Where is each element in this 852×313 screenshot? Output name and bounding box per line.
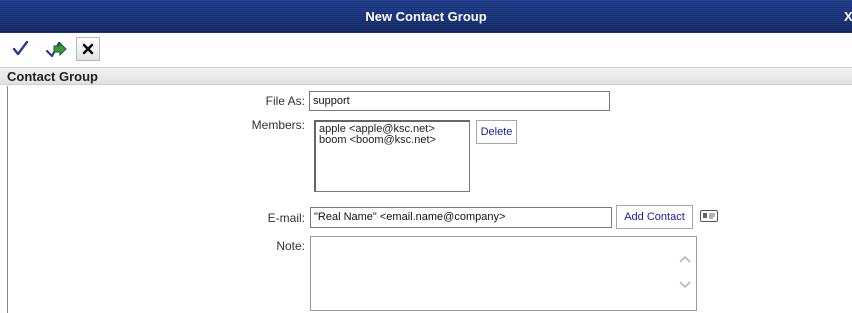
email-input[interactable]: "Real Name" <email.name@company> [310, 207, 612, 228]
toolbar [0, 33, 852, 66]
checkmark-icon [12, 40, 29, 56]
x-icon [82, 43, 94, 55]
address-book-button[interactable] [700, 210, 718, 222]
title-bar: New Contact Group X [0, 0, 852, 33]
note-text [311, 237, 696, 243]
window-title: New Contact Group [365, 9, 487, 24]
email-label: E-mail: [267, 211, 305, 225]
section-header: Contact Group [0, 67, 852, 85]
delete-button[interactable]: Delete [476, 120, 517, 144]
note-textarea[interactable] [310, 236, 697, 311]
list-item[interactable]: boom <boom@ksc.net> [319, 135, 466, 146]
address-book-icon [703, 213, 715, 219]
save-and-new-button[interactable] [44, 37, 68, 61]
members-label: Members: [251, 118, 305, 132]
save-button[interactable] [9, 37, 33, 61]
save-arrow-icon [45, 41, 67, 58]
members-list[interactable]: apple <apple@ksc.net> boom <boom@ksc.net… [314, 120, 470, 192]
close-button[interactable]: X [844, 0, 852, 33]
divider [7, 86, 8, 313]
cancel-button[interactable] [76, 37, 100, 61]
scroll-down-icon[interactable] [678, 280, 692, 290]
scroll-up-icon[interactable] [678, 254, 692, 264]
file-as-label: File As: [265, 94, 305, 108]
file-as-input[interactable]: support [309, 91, 610, 111]
add-contact-button[interactable]: Add Contact [616, 205, 693, 229]
note-label: Note: [276, 239, 305, 253]
